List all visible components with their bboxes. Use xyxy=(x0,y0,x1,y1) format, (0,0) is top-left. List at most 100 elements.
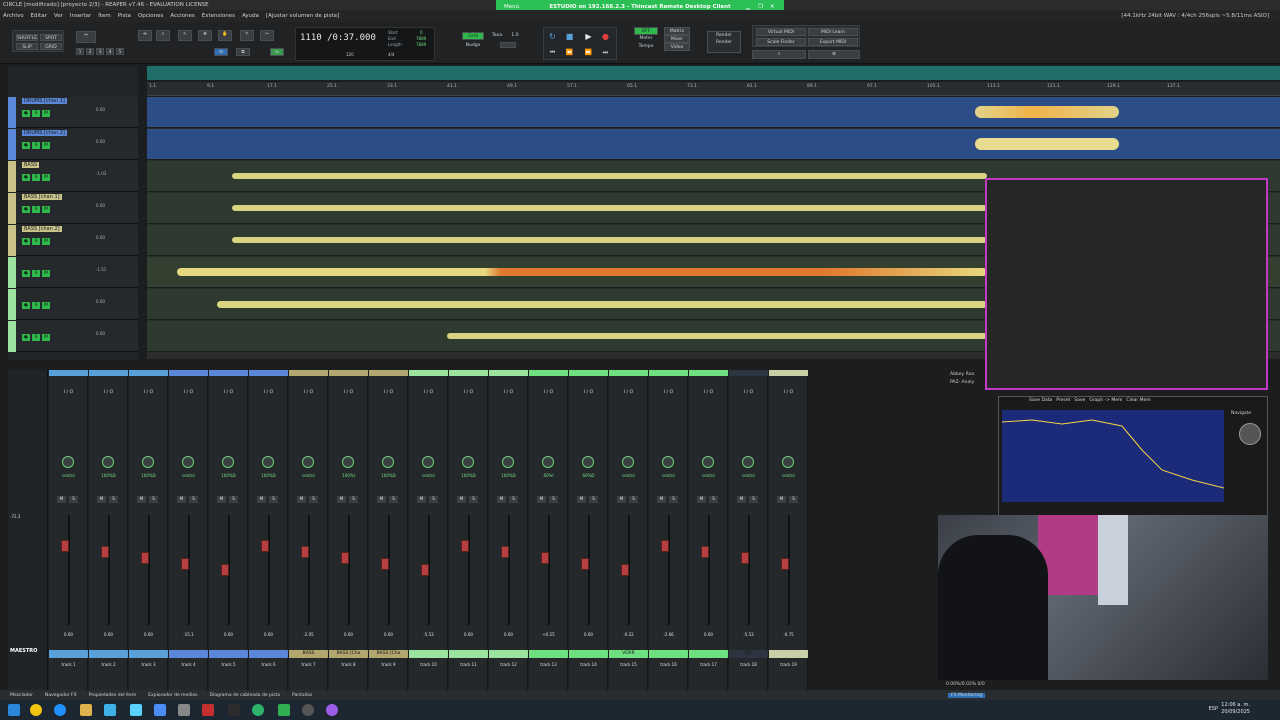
solo-button[interactable]: S xyxy=(309,496,318,503)
mixer-strip[interactable]: I / O 100%D M S 0.00 track 5 xyxy=(209,370,248,690)
strip-label[interactable] xyxy=(409,650,448,658)
track-volume[interactable]: 0.00 xyxy=(96,203,136,219)
fx-monitoring-tab[interactable]: FX Monitoring xyxy=(948,692,986,698)
mute-button[interactable]: M xyxy=(42,110,50,117)
track-volume[interactable]: -1.51 xyxy=(96,267,136,283)
search-icon[interactable]: ⌕ xyxy=(752,50,806,59)
track-name[interactable]: BASS [chan 1] xyxy=(22,194,62,200)
solo-button[interactable]: S xyxy=(749,496,758,503)
spot-button[interactable]: SPOT xyxy=(40,34,62,41)
gear-icon[interactable]: ⚙ xyxy=(808,50,860,59)
mute-button[interactable]: M xyxy=(337,496,346,503)
track-volume[interactable]: 0.00 xyxy=(96,139,136,155)
solo-button[interactable]: S xyxy=(789,496,798,503)
mixer-button[interactable]: Mixer xyxy=(664,35,690,43)
select-tool-icon[interactable]: ↖ xyxy=(178,30,192,41)
io-button[interactable]: I / O xyxy=(729,390,768,395)
volume-fader[interactable] xyxy=(308,515,310,625)
track-header[interactable]: BASS [chan 1] ● S M 0.00 xyxy=(8,193,138,224)
tab-navegador-fx[interactable]: Navegador FX xyxy=(45,693,77,698)
pan-knob[interactable] xyxy=(782,456,794,468)
mute-button[interactable]: M xyxy=(42,302,50,309)
mute-button[interactable]: M xyxy=(137,496,146,503)
grid-button[interactable]: GRID xyxy=(40,43,62,50)
track-header[interactable]: ● S M -1.51 xyxy=(8,257,138,288)
io-button[interactable]: I / O xyxy=(569,390,608,395)
mute-button[interactable]: M xyxy=(217,496,226,503)
fx-item[interactable]: Abbey Roa xyxy=(950,372,974,377)
fader-cap[interactable] xyxy=(461,540,469,552)
record-arm-button[interactable]: ● xyxy=(22,302,30,309)
solo-button[interactable]: S xyxy=(389,496,398,503)
io-button[interactable]: I / O xyxy=(769,390,808,395)
io-button[interactable]: I / O xyxy=(289,390,328,395)
matrix-button[interactable]: Matrix xyxy=(664,27,690,35)
fader-cap[interactable] xyxy=(741,552,749,564)
track-volume[interactable]: 0.00 xyxy=(96,331,136,347)
volume-fader[interactable] xyxy=(548,515,550,625)
strip-label[interactable] xyxy=(89,650,128,658)
track-lane[interactable] xyxy=(147,129,1280,160)
pan-knob[interactable] xyxy=(422,456,434,468)
mixer-strip[interactable]: I / O centro M S -5.53 fx1 track 18 xyxy=(729,370,768,690)
mixer-strip[interactable]: I / O centro M S -5.53 track 10 xyxy=(409,370,448,690)
fader-cap[interactable] xyxy=(101,546,109,558)
io-button[interactable]: I / O xyxy=(449,390,488,395)
mute-button[interactable]: M xyxy=(257,496,266,503)
snap-icon[interactable]: ⊟ xyxy=(214,48,228,56)
menu-item[interactable]: Ítem xyxy=(98,13,111,19)
strip-label[interactable] xyxy=(769,650,808,658)
solo-button[interactable]: S xyxy=(669,496,678,503)
stop-icon[interactable]: ■ xyxy=(564,31,575,42)
strip-label[interactable] xyxy=(689,650,728,658)
mixer-strip[interactable]: I / O centro M S -2.05 BASS track 7 xyxy=(289,370,328,690)
mixer-strip[interactable]: I / O 100%D M S 0.00 track 3 xyxy=(129,370,168,690)
timesig-value[interactable]: 4/4 xyxy=(388,52,394,57)
fader-cap[interactable] xyxy=(301,546,309,558)
record-arm-button[interactable]: ● xyxy=(22,110,30,117)
audio-item[interactable] xyxy=(232,205,987,211)
app-icon[interactable] xyxy=(130,704,142,716)
volume-fader[interactable] xyxy=(148,515,150,625)
play-icon[interactable]: ▶ xyxy=(583,31,594,42)
solo-button[interactable]: S xyxy=(32,174,40,181)
trim-tool-icon[interactable]: ⇹ xyxy=(138,30,152,41)
io-button[interactable]: I / O xyxy=(169,390,208,395)
clock[interactable]: 12:06 a. m. 20/09/2025 xyxy=(1221,702,1250,716)
master-strip[interactable]: -72.3 MAESTRO xyxy=(8,370,48,690)
mute-button[interactable]: M xyxy=(377,496,386,503)
audio-item[interactable] xyxy=(232,173,987,179)
mute-button[interactable]: M xyxy=(42,238,50,245)
explorer-icon[interactable] xyxy=(80,704,92,716)
reaper-icon[interactable] xyxy=(228,704,240,716)
io-button[interactable]: I / O xyxy=(209,390,248,395)
volume-fader[interactable] xyxy=(108,515,110,625)
pan-knob[interactable] xyxy=(342,456,354,468)
menu-ver[interactable]: Ver xyxy=(54,13,63,19)
spectrum-graph[interactable] xyxy=(1001,410,1225,502)
mixer-strip[interactable]: I / O 60%D M S 0.00 track 14 xyxy=(569,370,608,690)
fader-cap[interactable] xyxy=(621,564,629,576)
volume-fader[interactable] xyxy=(468,515,470,625)
strip-label[interactable] xyxy=(489,650,528,658)
strip-label[interactable] xyxy=(49,650,88,658)
app-icon[interactable] xyxy=(252,704,264,716)
mute-button[interactable]: M xyxy=(497,496,506,503)
pan-knob[interactable] xyxy=(702,456,714,468)
volume-fader[interactable] xyxy=(668,515,670,625)
record-arm-button[interactable]: ● xyxy=(22,142,30,149)
audio-item[interactable] xyxy=(217,301,987,308)
volume-fader[interactable] xyxy=(188,515,190,625)
track-volume[interactable]: 0.00 xyxy=(96,107,136,123)
volume-fader[interactable] xyxy=(388,515,390,625)
pan-knob[interactable] xyxy=(102,456,114,468)
export-midi-button[interactable]: Export MIDI xyxy=(808,38,858,46)
tempo-value[interactable]: 120 xyxy=(346,52,354,57)
midi-learn-button[interactable]: MIDI Learn xyxy=(808,28,858,36)
menu-opciones[interactable]: Opciones xyxy=(138,13,163,19)
menu-editar[interactable]: Editar xyxy=(31,13,47,19)
mute-button[interactable]: M xyxy=(42,174,50,181)
fader-cap[interactable] xyxy=(581,558,589,570)
solo-button[interactable]: S xyxy=(32,206,40,213)
menu-insertar[interactable]: Insertar xyxy=(70,13,91,19)
